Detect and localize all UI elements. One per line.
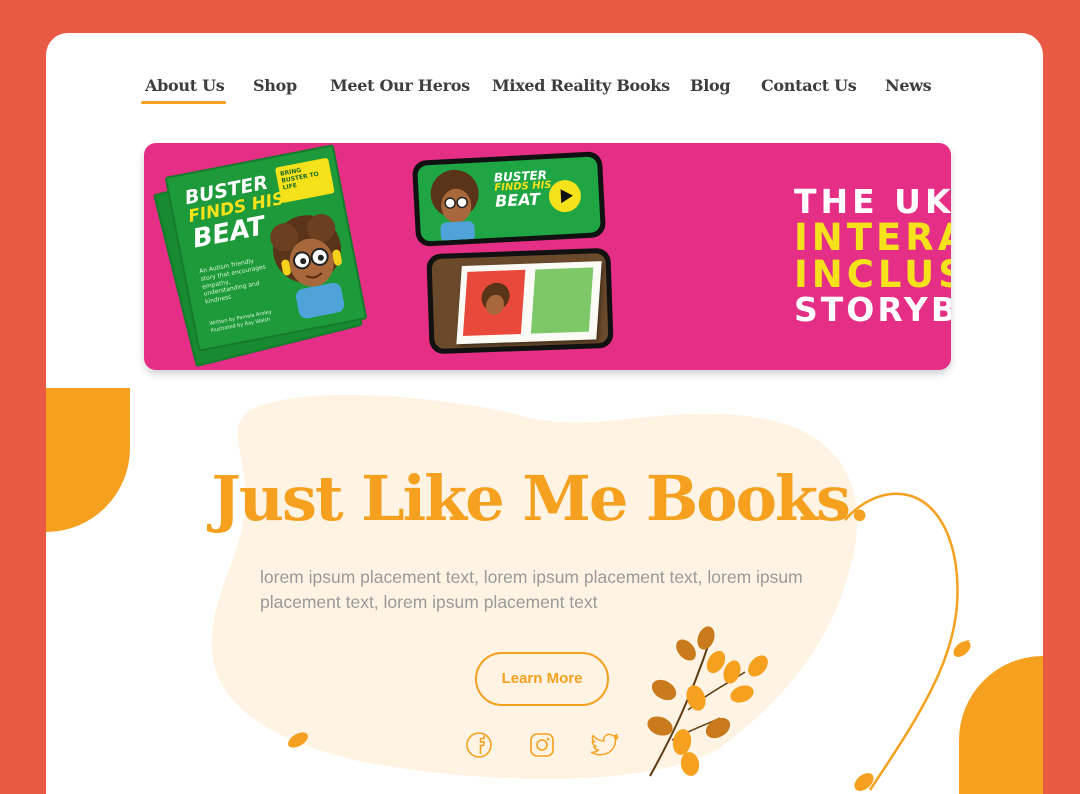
facebook-icon[interactable] — [465, 731, 493, 759]
leaf-branch-decoration — [647, 626, 768, 777]
decor-vine — [288, 492, 971, 791]
twitter-icon[interactable] — [590, 731, 619, 759]
instagram-icon[interactable] — [528, 731, 556, 759]
